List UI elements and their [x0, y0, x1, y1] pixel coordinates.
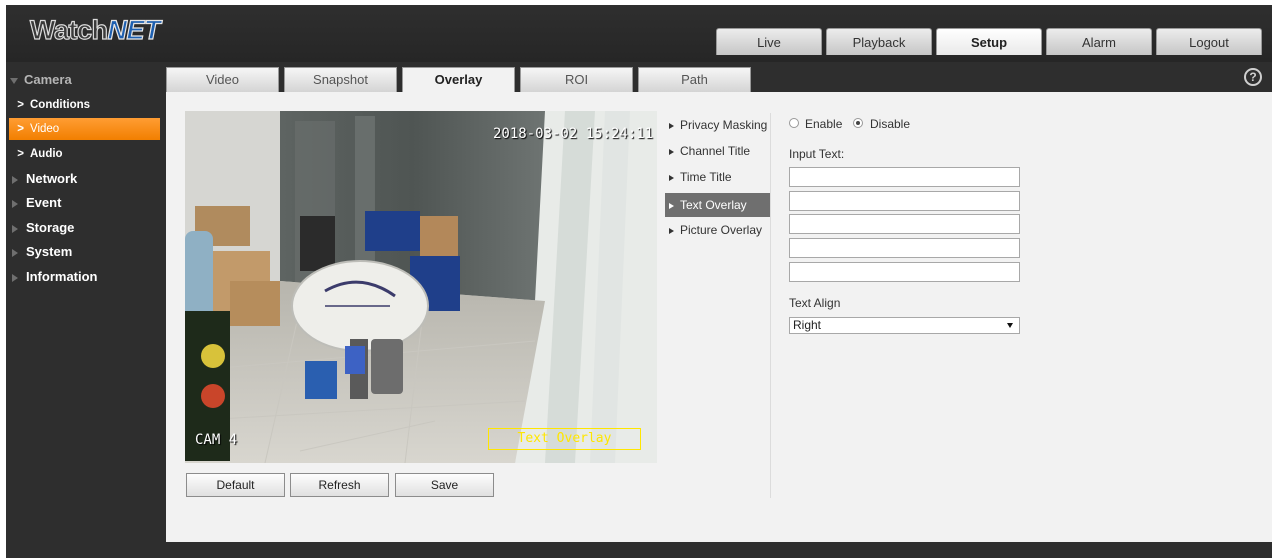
expand-triangle-icon: [10, 77, 18, 84]
menu-item-label: Privacy Masking: [680, 118, 768, 132]
text-input-2[interactable]: [789, 191, 1020, 211]
sidebar-item-conditions[interactable]: > Conditions: [0, 94, 160, 116]
text-input-1[interactable]: [789, 167, 1020, 187]
collapsed-triangle-icon: [12, 248, 18, 257]
refresh-button[interactable]: Refresh: [290, 473, 389, 497]
text-input-4[interactable]: [789, 238, 1020, 258]
menu-item-label: Picture Overlay: [680, 223, 763, 237]
overlay-menu-channel-title[interactable]: Channel Title: [665, 139, 770, 163]
sidebar-item-label: Event: [26, 195, 62, 210]
collapsed-triangle-icon: [12, 224, 18, 233]
sidebar-item-label: Audio: [30, 148, 63, 160]
menu-item-label: Time Title: [680, 170, 732, 184]
collapsed-triangle-icon: [12, 273, 18, 282]
overlay-menu-picture-overlay[interactable]: Picture Overlay: [665, 218, 770, 242]
save-button[interactable]: Save: [395, 473, 494, 497]
enable-label: Enable: [805, 117, 843, 131]
tab-roi[interactable]: ROI: [520, 67, 633, 92]
enable-radio[interactable]: [789, 118, 799, 128]
sidebar-item-network[interactable]: Network: [0, 168, 160, 190]
text-input-3[interactable]: [789, 214, 1020, 234]
disable-radio[interactable]: [853, 118, 863, 128]
menu-divider: [770, 113, 771, 498]
sidebar-item-label: Conditions: [30, 99, 91, 111]
watchnet-logo: WatchNET: [29, 14, 161, 45]
sidebar-item-label: Camera: [24, 72, 72, 87]
text-align-label: Text Align: [789, 296, 841, 310]
collapsed-triangle-icon: [12, 199, 18, 208]
dropdown-arrow-icon: [1007, 323, 1013, 328]
sidebar-item-storage[interactable]: Storage: [0, 217, 160, 239]
caret-right-icon: [669, 148, 674, 155]
caret-right-icon: [669, 174, 674, 181]
tab-snapshot[interactable]: Snapshot: [284, 67, 397, 92]
overlay-menu-privacy-masking[interactable]: Privacy Masking: [665, 113, 770, 137]
chevron-right-icon: >: [17, 99, 24, 111]
sub-tab-bar: Video Snapshot Overlay ROI Path ?: [166, 62, 1272, 93]
disable-label: Disable: [870, 117, 911, 131]
menu-item-label: Text Overlay: [680, 198, 747, 212]
top-tab-setup[interactable]: Setup: [936, 28, 1042, 55]
menu-item-label: Channel Title: [680, 144, 751, 158]
text-overlay-box[interactable]: Text Overlay: [488, 428, 641, 450]
sidebar-item-audio[interactable]: > Audio: [0, 143, 160, 165]
default-button[interactable]: Default: [186, 473, 285, 497]
camera-scene-image: [185, 111, 657, 463]
top-tab-live[interactable]: Live: [716, 28, 822, 55]
sidebar-item-label: Information: [26, 269, 98, 284]
caret-right-icon: [669, 227, 674, 234]
collapsed-triangle-icon: [12, 175, 18, 184]
text-align-select[interactable]: Right: [789, 317, 1020, 334]
tab-video[interactable]: Video: [166, 67, 279, 92]
input-text-label: Input Text:: [789, 147, 845, 161]
sidebar-item-label: Network: [26, 171, 78, 186]
video-channel-title: CAM 4: [195, 432, 238, 448]
sidebar-item-video[interactable]: > Video: [9, 118, 160, 140]
top-tab-playback[interactable]: Playback: [826, 28, 932, 55]
video-preview: 2018-03-02 15:24:11 CAM 4 Text Overlay: [185, 111, 657, 463]
tab-path[interactable]: Path: [638, 67, 751, 92]
help-icon[interactable]: ?: [1244, 68, 1262, 86]
sidebar-item-label: Storage: [26, 220, 75, 235]
chevron-right-icon: >: [17, 148, 24, 160]
sidebar-item-label: System: [26, 244, 73, 259]
sidebar-item-camera[interactable]: Camera: [0, 69, 160, 91]
sidebar-item-label: Video: [30, 123, 60, 135]
sidebar-item-system[interactable]: System: [0, 241, 160, 263]
top-tab-logout[interactable]: Logout: [1156, 28, 1262, 55]
app-window: WatchNET Live Playback Setup Alarm Logou…: [0, 0, 1275, 558]
tab-overlay[interactable]: Overlay: [402, 67, 515, 93]
sidebar-item-event[interactable]: Event: [0, 192, 160, 214]
overlay-menu-time-title[interactable]: Time Title: [665, 165, 770, 189]
top-tab-alarm[interactable]: Alarm: [1046, 28, 1152, 55]
sidebar-item-information[interactable]: Information: [0, 266, 160, 288]
text-input-5[interactable]: [789, 262, 1020, 282]
overlay-menu-text-overlay[interactable]: Text Overlay: [665, 193, 770, 217]
chevron-right-icon: >: [17, 123, 24, 135]
caret-right-icon: [669, 122, 674, 129]
text-align-value: Right: [793, 318, 822, 332]
video-timestamp: 2018-03-02 15:24:11: [493, 126, 654, 142]
caret-right-icon: [669, 202, 674, 209]
